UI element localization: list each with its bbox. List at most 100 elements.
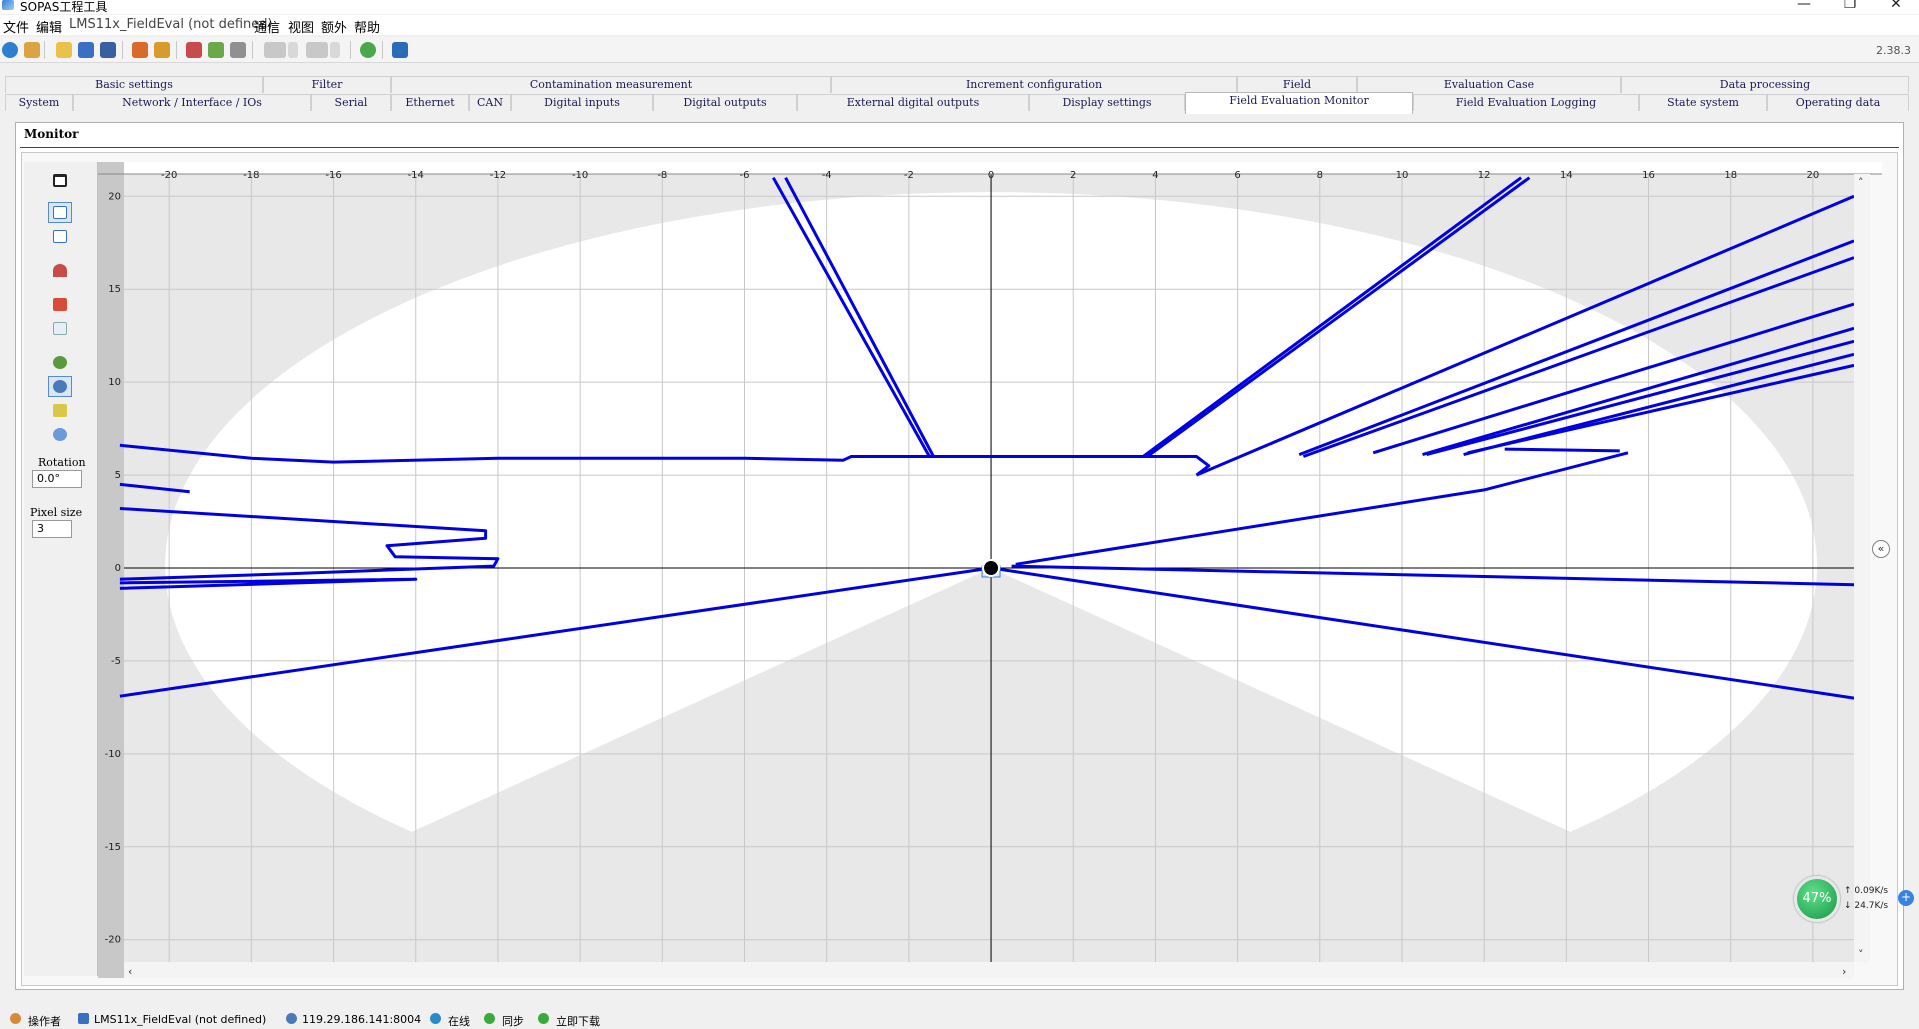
status-ip: 119.29.186.141:8004: [302, 1013, 422, 1026]
points-icon[interactable]: [48, 318, 72, 339]
device-status-icon: [78, 1013, 89, 1024]
collapse-panel-button[interactable]: «: [1872, 540, 1890, 558]
pixel-size-label: Pixel size: [30, 506, 83, 519]
sensor-icon: [982, 559, 1001, 577]
help-icon[interactable]: [360, 42, 376, 58]
x-tick-label: -12: [490, 170, 506, 181]
menu-help[interactable]: 帮助: [354, 17, 380, 36]
menu-extra[interactable]: 额外: [321, 17, 347, 36]
y-tick-label: 5: [115, 470, 121, 481]
minimize-button[interactable]: —: [1784, 0, 1824, 12]
tab-field-evaluation-monitor[interactable]: Field Evaluation Monitor: [1185, 92, 1413, 114]
tab-ethernet[interactable]: Ethernet: [391, 94, 469, 111]
menu-file[interactable]: 文件: [3, 17, 29, 36]
x-tick-label: 8: [1317, 170, 1323, 181]
tab-digital-inputs[interactable]: Digital inputs: [511, 94, 653, 111]
zoom-out-icon[interactable]: [48, 376, 72, 397]
multi-line-view-button[interactable]: [48, 226, 72, 247]
cpu-gauge: 47%: [1794, 876, 1840, 922]
status-device: LMS11x_FieldEval (not defined): [94, 1013, 267, 1026]
download-icon[interactable]: [154, 42, 170, 58]
zoom-fit-icon[interactable]: [48, 400, 72, 421]
tab-external-digital-outputs[interactable]: External digital outputs: [797, 94, 1029, 111]
redo-icon[interactable]: [306, 42, 328, 58]
status-bar: 操作者 LMS11x_FieldEval (not defined) 119.2…: [0, 1010, 1919, 1028]
device-icon[interactable]: [24, 42, 40, 58]
x-tick-label: 0: [988, 170, 994, 181]
x-tick-label: -10: [572, 170, 588, 181]
x-tick-label: 20: [1807, 170, 1820, 181]
menu-document[interactable]: LMS11x_FieldEval (not defined): [69, 17, 273, 32]
tab-can[interactable]: CAN: [469, 94, 511, 111]
window-title: SOPAS工程工具: [20, 0, 108, 14]
menu-communication[interactable]: 通信: [254, 17, 280, 36]
pixel-size-select[interactable]: 3: [32, 520, 72, 538]
line-view-button[interactable]: [48, 202, 72, 223]
scan-plot[interactable]: -20 -18 -16 -14 -12 -10 -8 -6 -4 -2 0 2 4 6 8 10 12 14 16 1…: [98, 148, 1882, 978]
tab-contamination[interactable]: Contamination measurement: [391, 76, 831, 93]
app-icon: [2, 0, 14, 10]
undo-dropdown-icon[interactable]: [288, 42, 298, 58]
tab-field[interactable]: Field: [1237, 76, 1357, 93]
save-icon[interactable]: [78, 42, 94, 58]
x-tick-label: 18: [1724, 170, 1737, 181]
panel-title: Monitor: [24, 127, 79, 141]
tab-system[interactable]: System: [5, 94, 73, 111]
x-tick-label: 4: [1152, 170, 1158, 181]
pdf-icon[interactable]: [186, 42, 202, 58]
user-icon: [10, 1013, 21, 1024]
tab-digital-outputs[interactable]: Digital outputs: [653, 94, 797, 111]
toolbar: 2.38.3: [0, 37, 1919, 63]
restore-button[interactable]: ❐: [1830, 0, 1870, 12]
tab-data-processing[interactable]: Data processing: [1621, 76, 1909, 93]
connect-icon[interactable]: [2, 42, 18, 58]
tab-serial[interactable]: Serial: [311, 94, 391, 111]
tab-operating-data[interactable]: Operating data: [1767, 94, 1909, 111]
widget-plus-icon[interactable]: +: [1898, 890, 1914, 906]
zoom-reset-icon[interactable]: [48, 424, 72, 445]
menu-view[interactable]: 视图: [288, 17, 314, 36]
status-user: 操作者: [28, 1015, 61, 1028]
download-now-icon: [538, 1013, 549, 1024]
save-as-icon[interactable]: [100, 42, 116, 58]
network-widget[interactable]: 47% ↑ 0.09K/s ↓ 24.7K/s +: [1794, 874, 1914, 924]
status-sync: 同步: [502, 1015, 524, 1028]
tab-filter[interactable]: Filter: [263, 76, 391, 93]
export-icon[interactable]: [208, 42, 224, 58]
tab-increment[interactable]: Increment configuration: [831, 76, 1237, 93]
edit-icon[interactable]: [230, 42, 246, 58]
menu-bar: 文件 编辑 LMS11x_FieldEval (not defined) 通信 …: [0, 15, 1919, 36]
x-tick-label: -8: [657, 170, 667, 181]
redo-dropdown-icon[interactable]: [330, 42, 340, 58]
tab-basic-settings[interactable]: Basic settings: [5, 76, 263, 93]
scan-line: [1504, 447, 1620, 453]
x-axis-label: x(m): [106, 162, 130, 163]
tab-display-settings[interactable]: Display settings: [1029, 94, 1185, 111]
y-tick-label: 10: [108, 377, 121, 388]
mirror-icon[interactable]: [48, 294, 72, 315]
tab-network[interactable]: Network / Interface / IOs: [73, 94, 311, 111]
close-button[interactable]: ✕: [1876, 0, 1916, 12]
rotation-input[interactable]: 0.0°: [32, 470, 82, 488]
x-tick-label: -4: [822, 170, 832, 181]
vertical-scrollbar[interactable]: [1854, 174, 1870, 962]
y-tick-label: -5: [111, 656, 121, 667]
field-view-icon[interactable]: [48, 260, 72, 281]
fullscreen-button[interactable]: [48, 170, 72, 191]
download-rate: ↓ 24.7K/s: [1844, 901, 1889, 911]
x-tick-label: -16: [325, 170, 341, 181]
horizontal-scrollbar[interactable]: [124, 962, 1854, 978]
monitor-icon[interactable]: [392, 42, 408, 58]
x-tick-label: -14: [408, 170, 424, 181]
open-folder-icon[interactable]: [56, 42, 72, 58]
upload-icon[interactable]: [132, 42, 148, 58]
tab-state-system[interactable]: State system: [1639, 94, 1767, 111]
tab-field-evaluation-logging[interactable]: Field Evaluation Logging: [1413, 94, 1639, 111]
menu-edit[interactable]: 编辑: [36, 17, 62, 36]
zoom-in-icon[interactable]: [48, 352, 72, 373]
tab-evaluation-case[interactable]: Evaluation Case: [1357, 76, 1621, 93]
undo-icon[interactable]: [264, 42, 286, 58]
y-tick-label: 0: [115, 563, 121, 574]
x-tick-label: -18: [243, 170, 259, 181]
scan-plot-svg[interactable]: -20 -18 -16 -14 -12 -10 -8 -6 -4 -2 0 2 4 6 8 10 12 14 16 1…: [98, 148, 1882, 978]
